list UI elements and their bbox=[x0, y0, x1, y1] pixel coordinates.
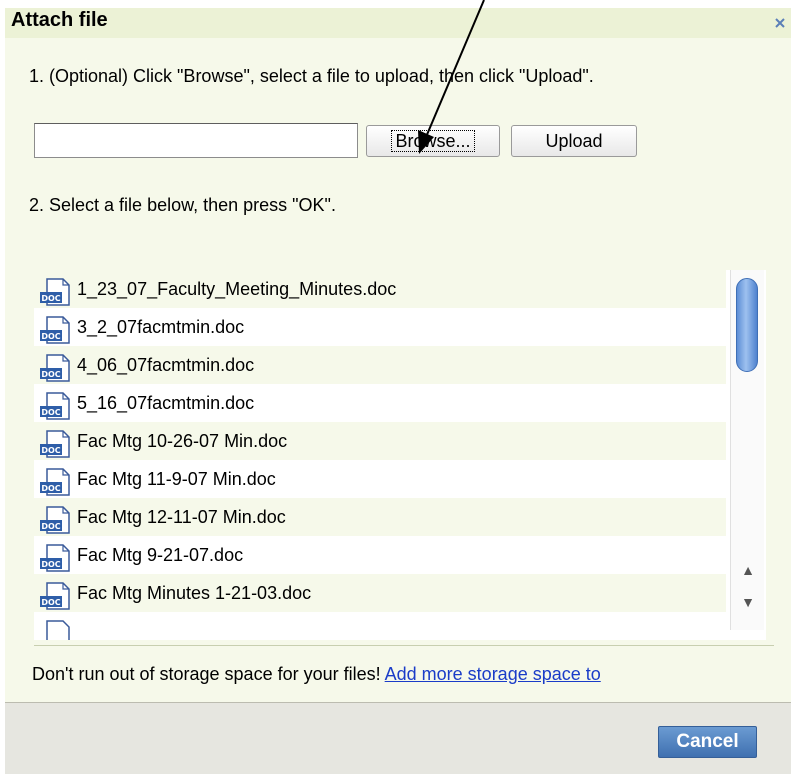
file-path-input[interactable] bbox=[34, 123, 358, 158]
dialog-title: Attach file bbox=[11, 9, 108, 31]
file-list-item[interactable]: DOC 3_2_07facmtmin.doc bbox=[34, 308, 726, 346]
cancel-button[interactable]: Cancel bbox=[658, 726, 757, 758]
file-name: Fac Mtg Minutes 1-21-03.doc bbox=[77, 583, 312, 603]
file-name: Fac Mtg 12-11-07 Min.doc bbox=[77, 507, 286, 527]
svg-text:DOC: DOC bbox=[41, 408, 60, 417]
file-list-scrollbar[interactable]: ▲ ▼ bbox=[730, 270, 764, 630]
svg-text:DOC: DOC bbox=[41, 332, 60, 341]
select-instruction: 2. Select a file below, then press "OK". bbox=[29, 195, 336, 215]
dialog-title-bar: Attach file bbox=[5, 8, 791, 38]
file-list-item[interactable]: DOC Fac Mtg Minutes 1-21-03.doc bbox=[34, 574, 726, 612]
doc-file-icon: DOC bbox=[40, 506, 70, 534]
file-list-item[interactable]: DOC 1_23_07_Faculty_Meeting_Minutes.doc bbox=[34, 270, 726, 308]
file-list-item[interactable]: DOC 5_16_07facmtmin.doc bbox=[34, 384, 726, 422]
svg-text:DOC: DOC bbox=[41, 560, 60, 569]
upload-instruction: 1. (Optional) Click "Browse", select a f… bbox=[29, 66, 594, 86]
scroll-down-arrow-icon[interactable]: ▼ bbox=[734, 588, 762, 616]
svg-text:DOC: DOC bbox=[41, 294, 60, 303]
svg-text:DOC: DOC bbox=[41, 484, 60, 493]
file-name: 5_16_07facmtmin.doc bbox=[77, 393, 255, 413]
doc-file-icon bbox=[46, 620, 70, 640]
close-icon[interactable] bbox=[772, 15, 788, 31]
doc-file-icon: DOC bbox=[40, 468, 70, 496]
file-list-item-partial[interactable] bbox=[34, 612, 726, 640]
doc-file-icon: DOC bbox=[40, 430, 70, 458]
doc-file-icon: DOC bbox=[40, 582, 70, 610]
file-list-item[interactable]: DOC 4_06_07facmtmin.doc bbox=[34, 346, 726, 384]
browse-button-label: Browse... bbox=[391, 130, 475, 152]
svg-text:DOC: DOC bbox=[41, 598, 60, 607]
file-name: 4_06_07facmtmin.doc bbox=[77, 355, 255, 375]
svg-text:DOC: DOC bbox=[41, 446, 60, 455]
file-name: Fac Mtg 11-9-07 Min.doc bbox=[77, 469, 276, 489]
file-name: 1_23_07_Faculty_Meeting_Minutes.doc bbox=[77, 279, 397, 299]
svg-text:DOC: DOC bbox=[41, 370, 60, 379]
file-list-item[interactable]: DOC Fac Mtg 12-11-07 Min.doc bbox=[34, 498, 726, 536]
storage-promo: Don't run out of storage space for your … bbox=[32, 664, 601, 685]
scrollbar-thumb[interactable] bbox=[736, 278, 758, 372]
doc-file-icon: DOC bbox=[40, 316, 70, 344]
svg-text:DOC: DOC bbox=[41, 522, 60, 531]
file-list-item[interactable]: DOC Fac Mtg 9-21-07.doc bbox=[34, 536, 726, 574]
browse-button[interactable]: Browse... bbox=[366, 125, 500, 157]
storage-promo-text: Don't run out of storage space for your … bbox=[32, 664, 385, 684]
doc-file-icon: DOC bbox=[40, 392, 70, 420]
scroll-up-arrow-icon[interactable]: ▲ bbox=[734, 556, 762, 584]
file-name: 3_2_07facmtmin.doc bbox=[77, 317, 245, 337]
file-list[interactable]: DOC 1_23_07_Faculty_Meeting_Minutes.doc … bbox=[34, 270, 766, 640]
attach-file-dialog: Attach file 1. (Optional) Click "Browse"… bbox=[0, 0, 791, 774]
doc-file-icon: DOC bbox=[40, 278, 70, 306]
dialog-footer: Cancel bbox=[5, 702, 791, 774]
doc-file-icon: DOC bbox=[40, 544, 70, 572]
upload-button[interactable]: Upload bbox=[511, 125, 637, 157]
add-storage-link[interactable]: Add more storage space to bbox=[385, 664, 601, 684]
doc-file-icon: DOC bbox=[40, 354, 70, 382]
file-name: Fac Mtg 9-21-07.doc bbox=[77, 545, 244, 565]
file-name: Fac Mtg 10-26-07 Min.doc bbox=[77, 431, 288, 451]
file-list-item[interactable]: DOC Fac Mtg 10-26-07 Min.doc bbox=[34, 422, 726, 460]
file-list-item[interactable]: DOC Fac Mtg 11-9-07 Min.doc bbox=[34, 460, 726, 498]
section-divider bbox=[34, 645, 774, 646]
